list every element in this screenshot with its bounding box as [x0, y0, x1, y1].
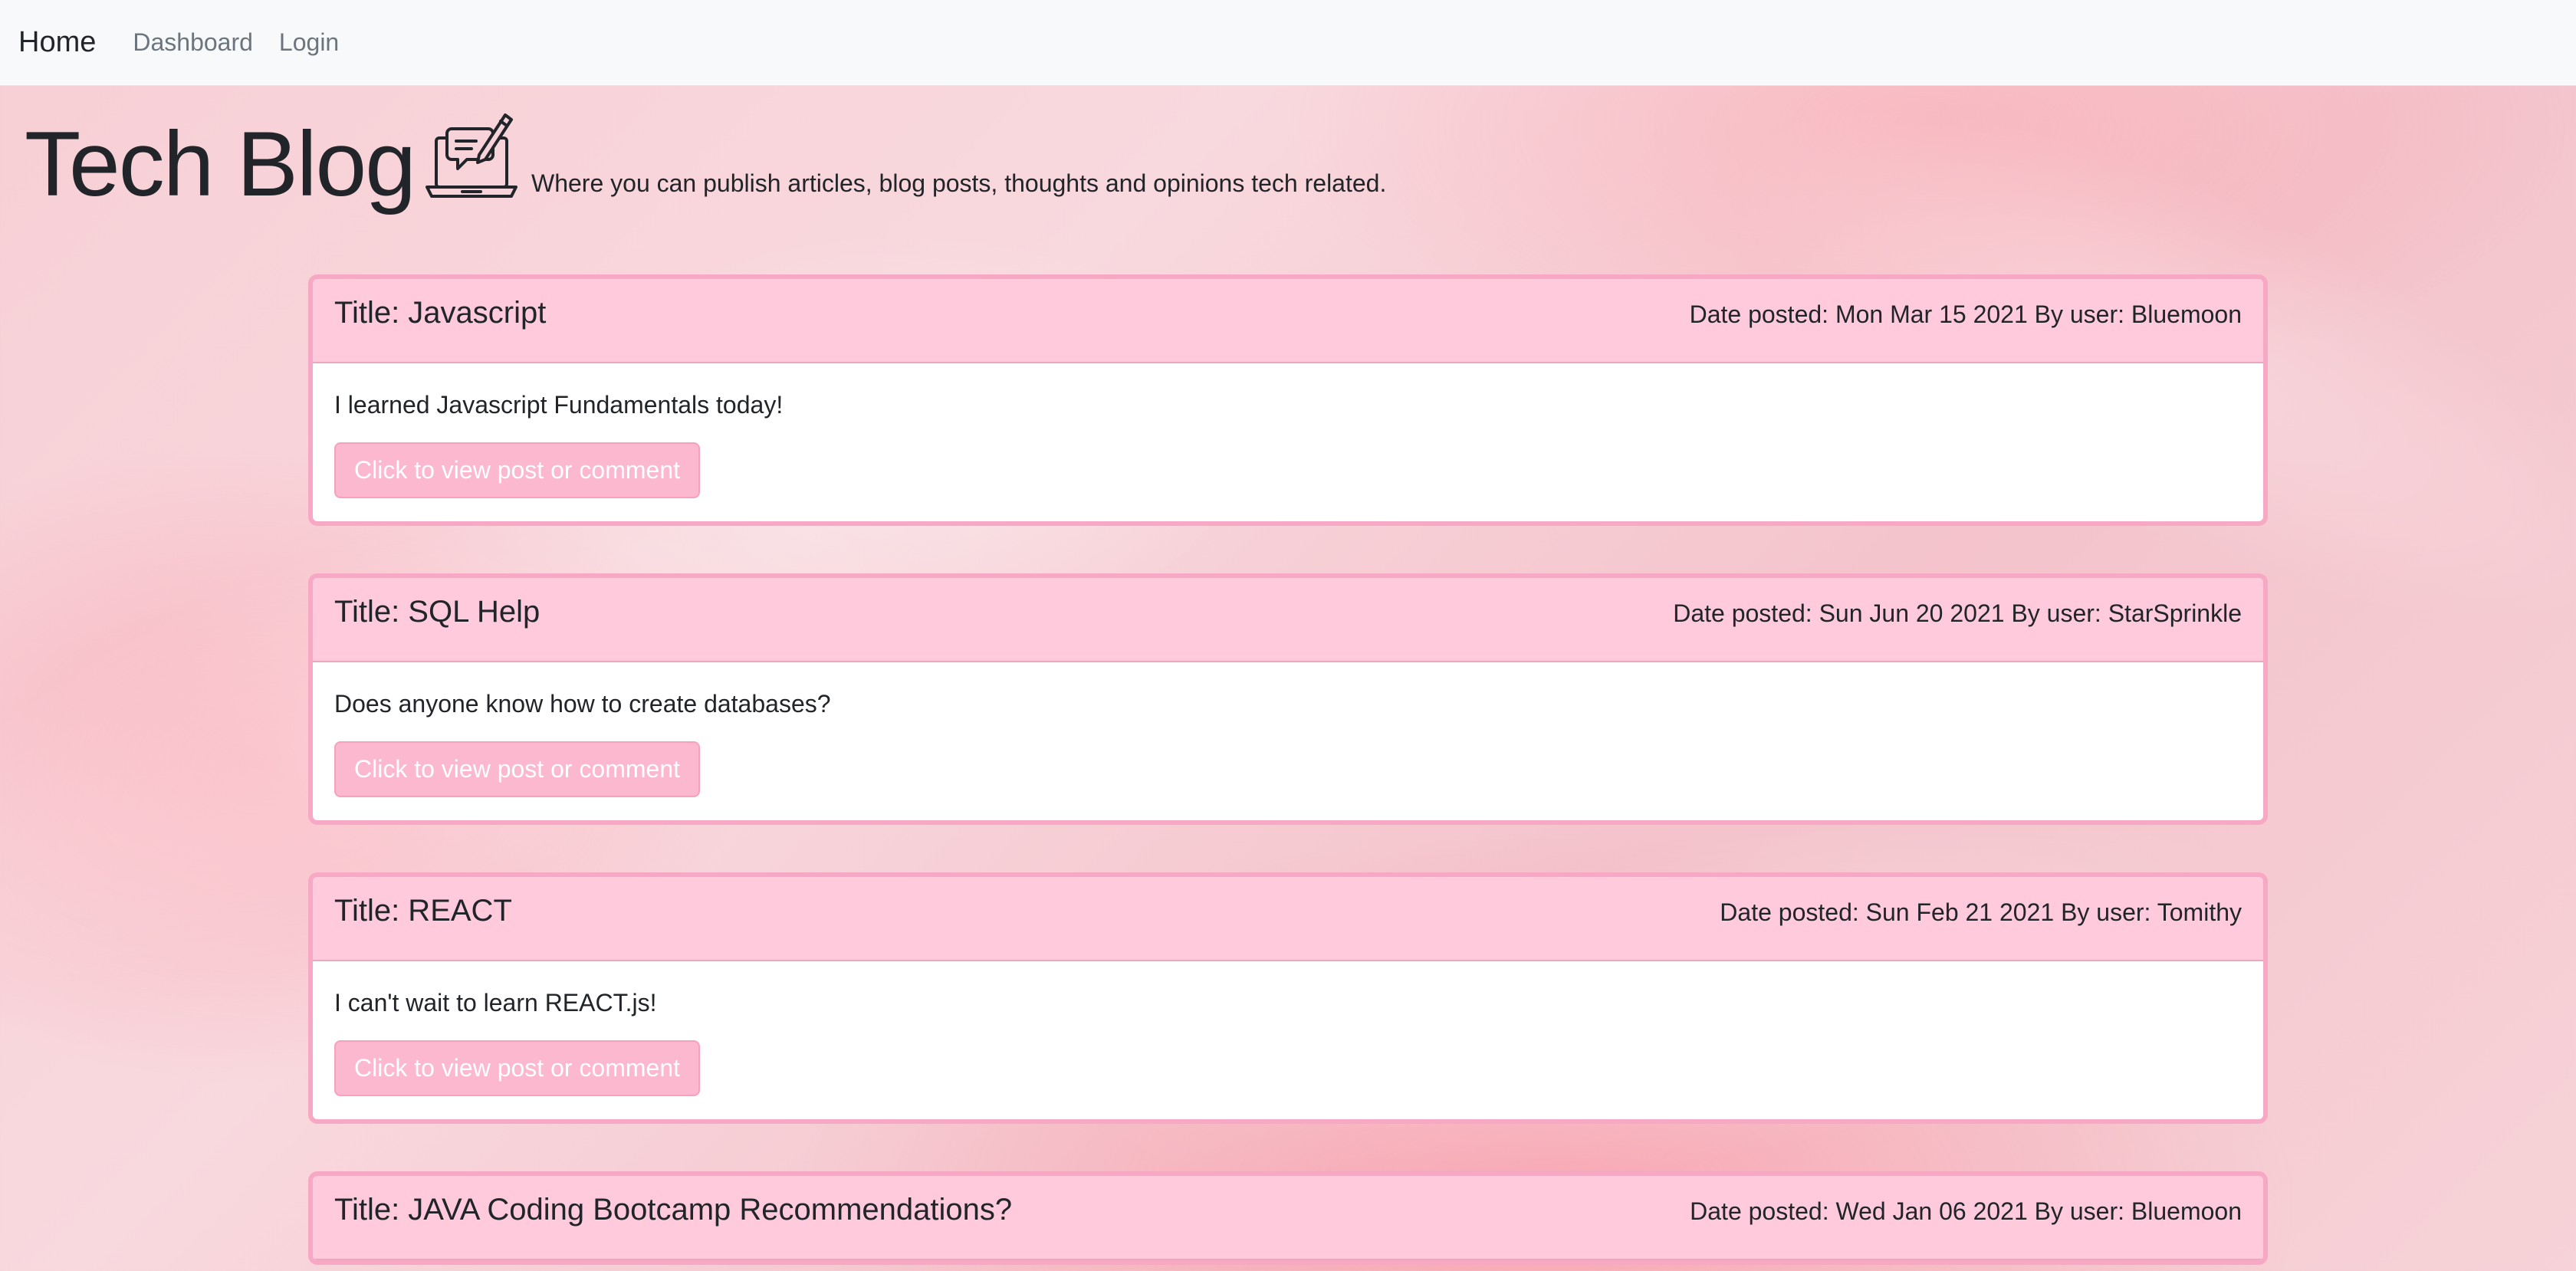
post-title: Title: Javascript	[334, 296, 547, 330]
post-list: Title: Javascript Date posted: Mon Mar 1…	[308, 274, 2268, 1271]
post-meta: Date posted: Sun Feb 21 2021 By user: To…	[1720, 898, 2242, 926]
view-post-button[interactable]: Click to view post or comment	[334, 1040, 701, 1096]
page-title: Tech Blog	[25, 113, 416, 215]
post-content: Does anyone know how to create databases…	[334, 690, 831, 718]
post-title: Title: SQL Help	[334, 595, 540, 629]
post-title: Title: JAVA Coding Bootcamp Recommendati…	[334, 1193, 1013, 1227]
top-navbar: Home Dashboard Login	[0, 0, 2576, 86]
post-card-body: Does anyone know how to create databases…	[313, 662, 2263, 820]
post-card-header: Title: REACT Date posted: Sun Feb 21 202…	[313, 877, 2263, 961]
post-card-header: Title: Javascript Date posted: Mon Mar 1…	[313, 279, 2263, 363]
post-meta: Date posted: Wed Jan 06 2021 By user: Bl…	[1690, 1197, 2242, 1225]
post-card: Title: Javascript Date posted: Mon Mar 1…	[308, 274, 2268, 526]
post-meta: Date posted: Sun Jun 20 2021 By user: St…	[1673, 599, 2242, 627]
nav-dashboard-link[interactable]: Dashboard	[133, 28, 253, 57]
post-card: Title: SQL Help Date posted: Sun Jun 20 …	[308, 573, 2268, 825]
post-card: Title: JAVA Coding Bootcamp Recommendati…	[308, 1171, 2268, 1265]
post-meta: Date posted: Mon Mar 15 2021 By user: Bl…	[1689, 301, 2242, 328]
post-card-header: Title: SQL Help Date posted: Sun Jun 20 …	[313, 578, 2263, 662]
post-content: I can't wait to learn REACT.js!	[334, 989, 657, 1016]
laptop-chat-pen-icon	[426, 107, 518, 205]
post-card-body: I can't wait to learn REACT.js! Click to…	[313, 961, 2263, 1119]
post-title: Title: REACT	[334, 894, 512, 928]
page-header: Tech Blog Where you can publish articles…	[25, 107, 1386, 210]
post-content: I learned Javascript Fundamentals today!	[334, 391, 784, 419]
nav-login-link[interactable]: Login	[279, 28, 339, 57]
nav-home-link[interactable]: Home	[18, 26, 96, 59]
view-post-button[interactable]: Click to view post or comment	[334, 741, 701, 797]
post-card-header: Title: JAVA Coding Bootcamp Recommendati…	[313, 1176, 2263, 1260]
view-post-button[interactable]: Click to view post or comment	[334, 442, 701, 498]
post-card: Title: REACT Date posted: Sun Feb 21 202…	[308, 872, 2268, 1124]
post-card-body: I learned Javascript Fundamentals today!…	[313, 363, 2263, 521]
site-tagline: Where you can publish articles, blog pos…	[531, 169, 1387, 197]
